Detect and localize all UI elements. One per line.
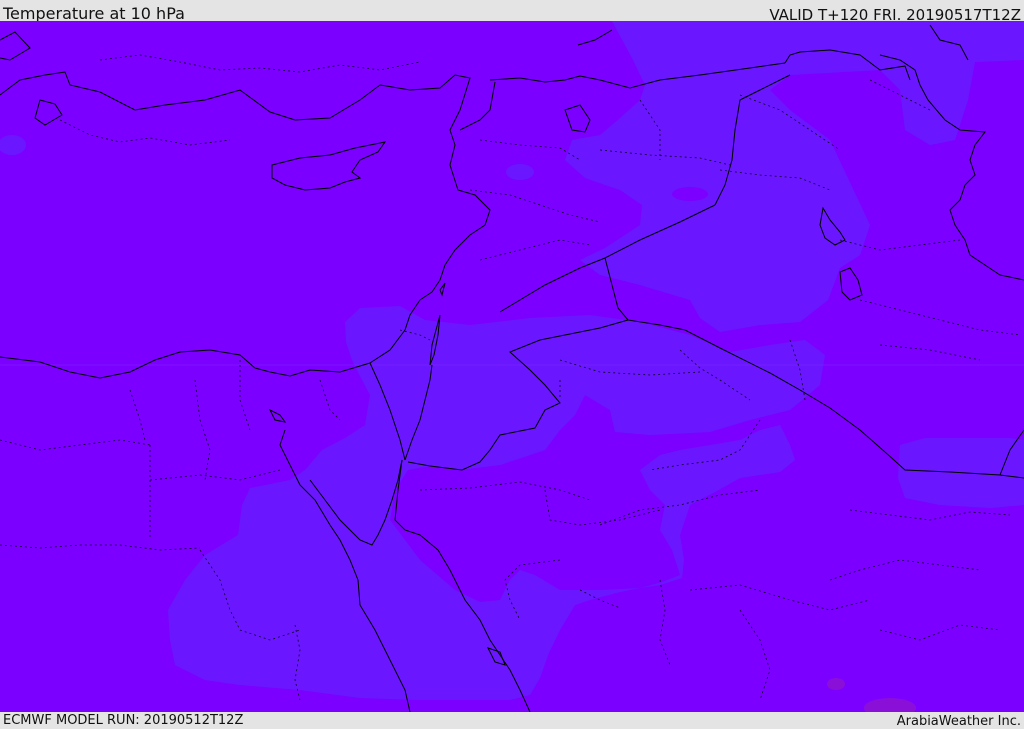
- footer-bar: ECMWF MODEL RUN: 20190512T12Z ArabiaWeat…: [0, 712, 1024, 729]
- warm-blob-2: [506, 164, 534, 180]
- header-bar: Temperature at 10 hPa VALID T+120 FRI. 2…: [0, 0, 1024, 24]
- map-svg: [0, 21, 1024, 712]
- weather-map-frame: Temperature at 10 hPa VALID T+120 FRI. 2…: [0, 0, 1024, 729]
- cool-blob-1: [672, 187, 708, 201]
- map-canvas[interactable]: [0, 21, 1024, 712]
- warm-blob-1: [729, 452, 761, 470]
- warm-spot-south: [827, 678, 845, 690]
- credit-label: ArabiaWeather Inc.: [896, 714, 1021, 729]
- model-run-label: ECMWF MODEL RUN: 20190512T12Z: [3, 713, 244, 728]
